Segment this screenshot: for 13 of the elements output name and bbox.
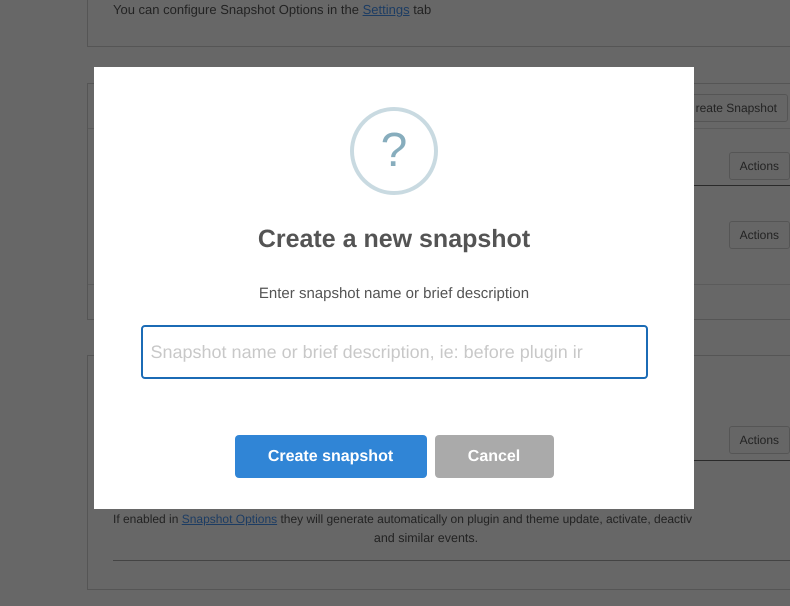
intro-text: You can configure Snapshot Options in the Settings tab: [113, 1, 432, 19]
note-text: If enabled in Snapshot Options they will generate automatically on plugin and theme update, activate, deactiv: [113, 511, 694, 528]
cancel-button[interactable]: Cancel: [434, 435, 554, 478]
note-text: and similar events.: [372, 530, 480, 547]
dialog-title: Create a new snapshot: [258, 224, 530, 255]
dialog-message: Enter snapshot name or brief description: [258, 284, 530, 304]
question-icon: ?: [350, 107, 438, 195]
create-snapshot-button[interactable]: Create snapshot: [234, 435, 426, 478]
actions-button[interactable]: Actions: [728, 426, 790, 454]
actions-button[interactable]: Actions: [728, 221, 790, 249]
snapshot-options-link[interactable]: Snapshot Options: [182, 512, 278, 526]
settings-link[interactable]: Settings: [362, 2, 410, 17]
actions-button[interactable]: Actions: [728, 152, 790, 180]
